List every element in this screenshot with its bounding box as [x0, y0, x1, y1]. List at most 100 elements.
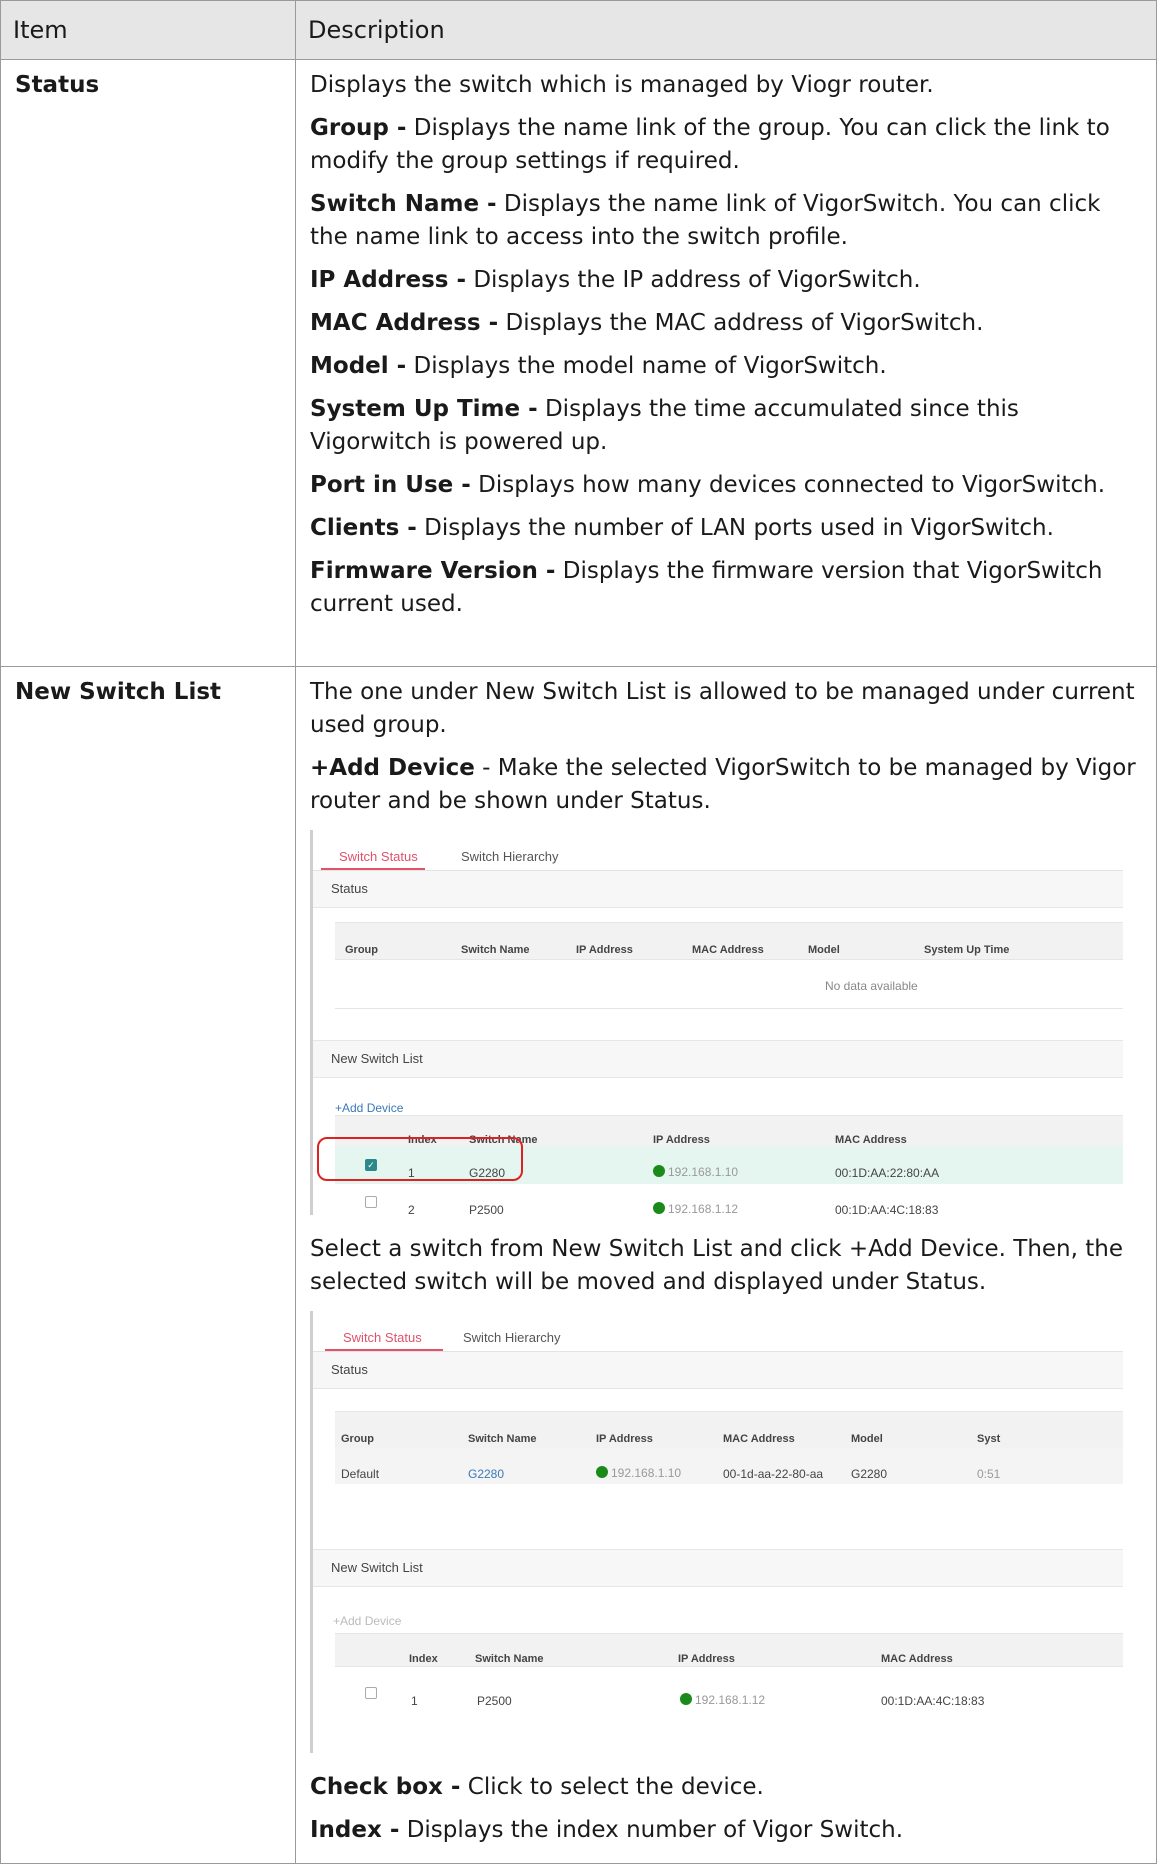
table-row: New Switch List The one under New Switch… [0, 666, 1157, 1864]
status-intro: Displays the switch which is managed by … [310, 72, 934, 98]
row-ip-text: 192.168.1.12 [668, 1202, 739, 1215]
field-description: Port in Use - Displays how many devices … [310, 469, 1144, 502]
field-label: Port in Use - [310, 472, 471, 498]
row-index: 2 [408, 1203, 415, 1215]
row-ip: 192.168.1.12 [680, 1684, 765, 1717]
row-mac: 00:1D:AA:22:80:AA [835, 1166, 940, 1180]
table-row: Status Displays the switch which is mana… [0, 59, 1157, 667]
col-header: Model [808, 944, 840, 956]
col-header: Group [345, 944, 378, 956]
field-text: Click to select the device. [460, 1774, 764, 1800]
status-section-title: Status [313, 871, 1123, 908]
tab-switch-hierarchy[interactable]: Switch Hierarchy [461, 840, 559, 873]
screenshot-after-add: Switch Status Switch Hierarchy Status Gr… [310, 1311, 1123, 1753]
tab-switch-hierarchy[interactable]: Switch Hierarchy [463, 1321, 561, 1354]
row-ip-text: 192.168.1.10 [611, 1466, 682, 1480]
description-cell-new-switch-list: The one under New Switch List is allowed… [295, 666, 1157, 1864]
col-header: IP Address [678, 1653, 735, 1665]
col-header: Switch Name [475, 1653, 544, 1665]
row-switch-name-link[interactable]: G2280 [468, 1458, 504, 1491]
row-mac: 00-1d-aa-22-80-aa [723, 1467, 824, 1481]
active-tab-underline [321, 868, 425, 870]
row-mac: 00:1D:AA:4C:18:83 [881, 1694, 985, 1708]
field-description: Group - Displays the name link of the gr… [310, 112, 1144, 178]
field-label: Model - [310, 353, 407, 379]
online-status-icon [596, 1466, 608, 1478]
col-header: Index [409, 1653, 438, 1665]
add-device-description: +Add Device - Make the selected VigorSwi… [310, 752, 1144, 818]
field-label: System Up Time - [310, 396, 538, 422]
field-text: Displays the IP address of VigorSwitch. [466, 267, 921, 293]
tab-bar: Switch Status Switch Hierarchy [313, 830, 1123, 871]
col-header: Switch Name [461, 944, 530, 956]
row-mac: 00:1D:AA:4C:18:83 [835, 1203, 939, 1215]
field-text: Displays how many devices connected to V… [470, 472, 1106, 498]
item-header: Item [0, 0, 296, 60]
table-header-row: Item Description [0, 0, 1157, 60]
description-cell-status: Displays the switch which is managed by … [295, 59, 1157, 667]
field-description: MAC Address - Displays the MAC address o… [310, 307, 1144, 340]
status-table-header: Group Switch Name IP Address MAC Address… [335, 922, 1123, 960]
field-description: Check box - Click to select the device. [310, 1771, 1144, 1804]
row-ip-text: 192.168.1.12 [695, 1693, 766, 1707]
col-header: System Up Time [924, 944, 1010, 956]
field-description: Switch Name - Displays the name link of … [310, 188, 1144, 254]
field-text: Displays the index number of Vigor Switc… [399, 1817, 904, 1843]
status-section-title: Status [313, 1352, 1123, 1389]
field-label: Check box - [310, 1774, 461, 1800]
tab-bar: Switch Status Switch Hierarchy [313, 1311, 1123, 1352]
online-status-icon [653, 1202, 665, 1214]
online-status-icon [680, 1693, 692, 1705]
field-description: Firmware Version - Displays the firmware… [310, 555, 1144, 621]
middle-instruction: Select a switch from New Switch List and… [310, 1236, 1123, 1295]
row-ip: 192.168.1.10 [596, 1457, 681, 1490]
row-ip-text: 192.168.1.10 [668, 1165, 739, 1179]
field-description: Clients - Displays the number of LAN por… [310, 512, 1144, 545]
new-list-table-header: Index Switch Name IP Address MAC Address [335, 1633, 1123, 1667]
row-index: 1 [411, 1694, 418, 1708]
field-text: Displays the MAC address of VigorSwitch. [498, 310, 984, 336]
col-header: MAC Address [881, 1653, 953, 1665]
divider [335, 1008, 1123, 1009]
col-header: IP Address [576, 944, 633, 956]
row-model: G2280 [851, 1467, 888, 1481]
no-data-text: No data available [825, 979, 918, 993]
row-switch-name: P2500 [477, 1694, 512, 1708]
field-label: IP Address - [310, 267, 467, 293]
col-header: MAC Address [692, 944, 764, 956]
field-description: System Up Time - Displays the time accum… [310, 393, 1144, 459]
row-ip: 192.168.1.10 [653, 1156, 738, 1189]
row-uptime: 0:51 [977, 1467, 1001, 1481]
new-switch-list-title: New Switch List [313, 1040, 1123, 1078]
online-status-icon [653, 1165, 665, 1177]
row-ip: 192.168.1.12 [653, 1193, 738, 1215]
field-label: Clients - [310, 515, 417, 541]
item-label: Status [15, 72, 100, 98]
field-label: Switch Name - [310, 191, 497, 217]
field-text: Displays the model name of VigorSwitch. [406, 353, 887, 379]
screenshot-before-add: Switch Status Switch Hierarchy Status Gr… [310, 830, 1123, 1215]
row-checkbox[interactable] [365, 1687, 377, 1699]
description-table: Item Description Status Displays the swi… [0, 0, 1157, 1864]
field-label: Firmware Version - [310, 558, 556, 584]
item-label: New Switch List [15, 679, 222, 705]
field-description: Index - Displays the index number of Vig… [310, 1814, 1144, 1847]
new-switch-list-title: New Switch List [313, 1549, 1123, 1587]
row-checkbox[interactable] [365, 1196, 377, 1208]
field-label: Index - [310, 1817, 400, 1843]
field-text: Displays the name link of the group. You… [310, 115, 1110, 174]
active-tab-underline [325, 1349, 443, 1351]
item-cell-new-switch-list: New Switch List [0, 666, 296, 1864]
field-label: MAC Address - [310, 310, 499, 336]
item-cell-status: Status [0, 59, 296, 667]
field-label: Group - [310, 115, 407, 141]
status-table-header: Group Switch Name IP Address MAC Address… [335, 1411, 1123, 1449]
description-header: Description [295, 0, 1157, 60]
field-description: Model - Displays the model name of Vigor… [310, 350, 1144, 383]
row-switch-name: P2500 [469, 1203, 504, 1215]
field-description: IP Address - Displays the IP address of … [310, 264, 1144, 297]
new-switch-intro: The one under New Switch List is allowed… [310, 679, 1135, 738]
field-label: +Add Device [310, 755, 475, 781]
row-group: Default [341, 1467, 380, 1481]
highlight-annotation [317, 1137, 523, 1181]
